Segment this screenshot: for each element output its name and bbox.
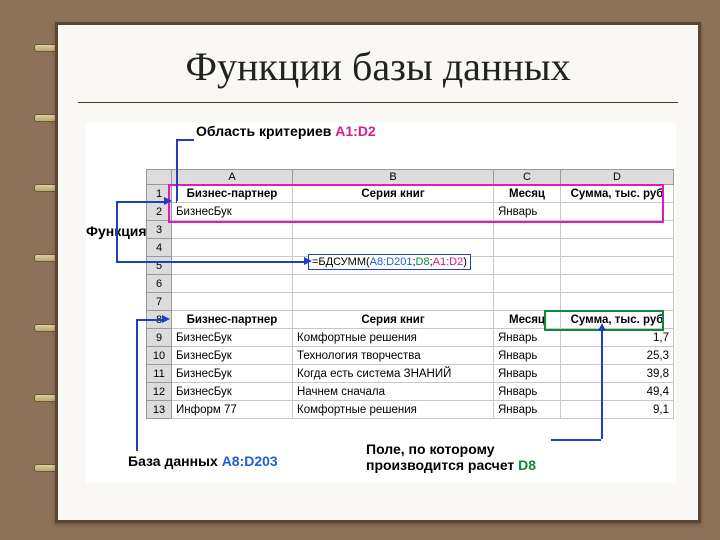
database-label: База данных A8:D203	[128, 453, 278, 469]
table-row: 13Информ 77Комфортные решенияЯнварь9,1	[147, 401, 674, 419]
spreadsheet: A B C D 1 Бизнес-партнер Серия книг Меся…	[146, 169, 674, 419]
db-header-row: 8 Бизнес-партнер Серия книг Месяц Сумма,…	[147, 311, 674, 329]
content-panel: Область критериев A1:D2 Функция База дан…	[86, 123, 676, 483]
table-row: 12БизнесБукНачнем сначалаЯнварь49,4	[147, 383, 674, 401]
field-label: Поле, по которому производится расчет D8	[366, 441, 536, 473]
slide: Функции базы данных Область критериев A1…	[55, 22, 701, 523]
slide-title: Функции базы данных	[78, 43, 678, 103]
table-row: 10БизнесБукТехнология творчестваЯнварь25…	[147, 347, 674, 365]
table-row: 9БизнесБукКомфортные решенияЯнварь1,7	[147, 329, 674, 347]
criteria-label: Область критериев A1:D2	[196, 123, 376, 139]
table-row: 11БизнесБукКогда есть система ЗНАНИЙЯнва…	[147, 365, 674, 383]
column-headers: A B C D	[147, 170, 674, 185]
criteria-header-row: 1 Бизнес-партнер Серия книг Месяц Сумма,…	[147, 185, 674, 203]
formula-cell: =БДСУММ(A8:D201;D8;A1:D2)	[308, 254, 471, 270]
arrow-icon	[304, 257, 312, 265]
pointer-line	[176, 139, 178, 201]
criteria-value-row: 2 БизнесБук Январь	[147, 203, 674, 221]
arrow-up-icon	[598, 323, 606, 331]
